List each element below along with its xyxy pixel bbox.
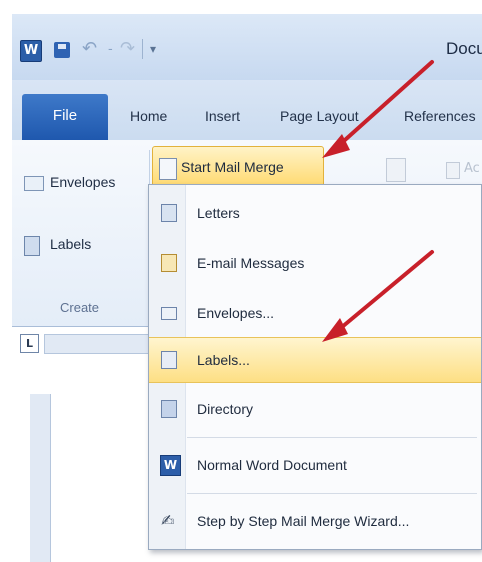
menu-separator [187, 493, 477, 494]
ribbon-tab-row: File Home Insert Page Layout References [12, 80, 482, 141]
menu-separator [187, 437, 477, 438]
menu-item-normal-word-document[interactable]: W Normal Word Document [149, 443, 481, 489]
envelopes-button[interactable]: Envelopes [50, 174, 115, 190]
mail-merge-document-icon [159, 158, 177, 180]
tab-home[interactable]: Home [130, 108, 167, 124]
save-icon[interactable] [54, 42, 70, 58]
document-page[interactable] [52, 354, 162, 562]
start-mail-merge-label: Start Mail Merge [181, 159, 284, 175]
tab-references[interactable]: References [404, 108, 476, 124]
labels-button[interactable]: Labels [50, 236, 91, 252]
envelope-icon[interactable] [24, 176, 44, 191]
undo-icon[interactable]: ↶ [82, 38, 97, 59]
menu-item-email-messages[interactable]: E-mail Messages [149, 241, 481, 287]
labels-icon[interactable] [24, 236, 40, 256]
redo-icon[interactable]: ↷ [120, 38, 135, 59]
menu-item-mail-merge-wizard[interactable]: ✍ Step by Step Mail Merge Wizard... [149, 499, 481, 545]
menu-item-labels[interactable]: Labels... [149, 337, 481, 383]
title-bar: W ↶ - ↷ ▾ Docu [12, 14, 482, 80]
word-document-icon: W [160, 455, 181, 476]
address-block-icon [446, 162, 460, 179]
menu-item-label: Step by Step Mail Merge Wizard... [197, 513, 410, 529]
menu-item-label: Letters [197, 205, 240, 221]
word-logo-icon[interactable]: W [20, 40, 42, 62]
email-messages-icon [161, 254, 177, 272]
customize-toolbar-icon[interactable]: ▾ [150, 42, 156, 56]
menu-item-label: Directory [197, 401, 254, 417]
vertical-ruler [30, 394, 51, 562]
menu-item-label: Labels... [197, 352, 250, 368]
toolbar-divider [142, 39, 143, 59]
menu-item-letters[interactable]: Letters [149, 191, 481, 237]
partial-ribbon-label: Ac [464, 161, 480, 176]
menu-item-label: Envelopes... [197, 305, 275, 321]
undo-dropdown-icon[interactable]: - [108, 42, 113, 57]
tab-stop-selector[interactable]: L [20, 334, 39, 353]
labels-icon [161, 351, 177, 369]
tab-insert[interactable]: Insert [205, 108, 240, 124]
menu-item-label: E-mail Messages [197, 255, 305, 271]
envelopes-icon [161, 307, 177, 320]
directory-icon [161, 400, 177, 418]
document-title: Docu [446, 39, 482, 58]
word-window: W ↶ - ↷ ▾ Docu File Home Insert Page Lay… [12, 14, 482, 562]
select-recipients-icon [386, 158, 406, 182]
create-group-label: Create [60, 300, 100, 315]
wizard-icon: ✍ [161, 511, 175, 530]
start-mail-merge-menu: Letters E-mail Messages Envelopes... Lab… [148, 184, 482, 550]
letters-icon [161, 204, 177, 222]
menu-item-label: Normal Word Document [197, 457, 347, 473]
tab-file[interactable]: File [22, 94, 108, 140]
menu-item-directory[interactable]: Directory [149, 387, 481, 433]
menu-item-envelopes[interactable]: Envelopes... [149, 291, 481, 337]
tab-page-layout[interactable]: Page Layout [280, 108, 359, 124]
